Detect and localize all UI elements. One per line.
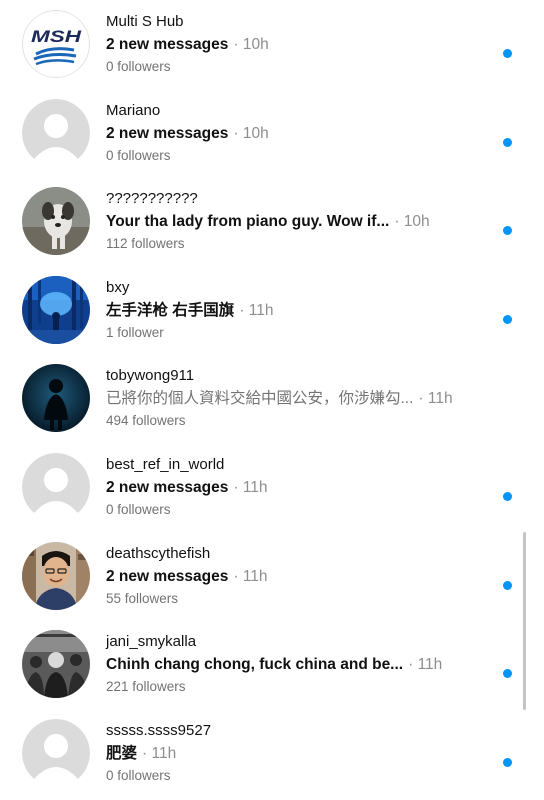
timestamp: · 11h [233, 567, 268, 585]
default-profile-icon [22, 718, 90, 787]
follower-count: 55 followers [106, 590, 179, 606]
blue-forest-photo-icon [22, 275, 90, 344]
follower-count: 494 followers [106, 413, 186, 429]
username: Mariano [106, 101, 161, 119]
message-preview: 2 new messages [106, 124, 229, 142]
avatar[interactable] [22, 630, 90, 699]
thread-row[interactable]: Mariano 2 new messages · 10h 0 followers [0, 89, 544, 178]
unread-dot-icon [503, 491, 512, 501]
timestamp: · 11h [142, 744, 177, 762]
username: bxy [106, 278, 130, 296]
message-preview: Chinh chang chong, fuck china and be... [106, 656, 404, 674]
timestamp: · 10h [233, 36, 269, 53]
thread-row[interactable]: best_ref_in_world 2 new messages · 11h 0… [0, 443, 544, 532]
timestamp: · 10h [394, 213, 430, 231]
unread-dot-icon [503, 314, 512, 324]
bw-crowd-photo-icon [22, 630, 90, 699]
avatar[interactable] [22, 98, 90, 167]
unread-dot-icon [503, 757, 512, 767]
username: tobywong911 [106, 367, 195, 385]
message-preview: 2 new messages [106, 36, 229, 53]
message-thread-list: MSH Multi S Hub 2 new messages · 10h 0 f… [0, 0, 544, 797]
timestamp: · 11h [233, 478, 268, 496]
timestamp: · 11h [408, 656, 443, 674]
avatar[interactable] [22, 364, 90, 433]
username: sssss.ssss9527 [106, 721, 212, 739]
logo-monogram: MSH [31, 27, 82, 46]
follower-count: 1 follower [106, 324, 164, 340]
timestamp: · 10h [233, 124, 269, 142]
avatar[interactable] [22, 718, 90, 787]
dog-photo-icon [22, 187, 90, 256]
follower-count: 0 followers [106, 501, 171, 517]
thread-row[interactable]: jani_smykalla Chinh chang chong, fuck ch… [0, 620, 544, 709]
avatar[interactable] [22, 452, 90, 521]
default-profile-icon [22, 98, 90, 167]
timestamp: · 11h [239, 301, 274, 319]
follower-count: 0 followers [106, 59, 171, 74]
thread-row[interactable]: sssss.ssss9527 肥婆 · 11h 0 followers [0, 709, 544, 798]
dark-silhouette-photo-icon [22, 364, 90, 433]
avatar[interactable]: MSH [22, 10, 90, 78]
message-preview: 左手洋枪 右手国旗 [106, 301, 235, 319]
default-profile-icon [22, 452, 90, 521]
message-preview: 2 new messages [106, 567, 229, 585]
follower-count: 112 followers [106, 236, 185, 252]
message-preview: Your tha lady from piano guy. Wow if... [106, 213, 390, 231]
avatar[interactable] [22, 187, 90, 256]
username: best_ref_in_world [106, 455, 225, 473]
thread-row[interactable]: bxy 左手洋枪 右手国旗 · 11h 1 follower [0, 266, 544, 355]
username: Multi S Hub [106, 13, 184, 30]
unread-dot-icon [503, 49, 512, 58]
unread-dot-icon [503, 137, 512, 147]
message-preview: 2 new messages [106, 478, 229, 496]
avatar[interactable] [22, 275, 90, 344]
username: ??????????? [106, 190, 198, 208]
message-preview: 肥婆 [106, 744, 138, 762]
unread-dot-icon [503, 226, 512, 236]
message-preview: 已將你的個人資料交給中國公安，你涉嫌勾... [106, 390, 414, 408]
username: deathscythefish [106, 544, 211, 562]
unread-dot-icon [503, 669, 512, 679]
follower-count: 221 followers [106, 679, 186, 695]
timestamp: · 11h [418, 390, 453, 408]
man-portrait-photo-icon [22, 541, 90, 610]
thread-row[interactable]: ??????????? Your tha lady from piano guy… [0, 177, 544, 266]
username: jani_smykalla [106, 633, 197, 651]
scrollbar[interactable] [523, 532, 526, 710]
unread-dot-icon [503, 580, 512, 590]
thread-row[interactable]: deathscythefish 2 new messages · 11h 55 … [0, 532, 544, 621]
follower-count: 0 followers [106, 767, 171, 783]
thread-row[interactable]: tobywong911 已將你的個人資料交給中國公安，你涉嫌勾... · 11h… [0, 354, 544, 443]
avatar[interactable] [22, 541, 90, 610]
thread-row[interactable]: MSH Multi S Hub 2 new messages · 10h 0 f… [0, 0, 544, 89]
multi-solutions-logo-icon: MSH [22, 10, 90, 78]
follower-count: 0 followers [106, 147, 171, 163]
